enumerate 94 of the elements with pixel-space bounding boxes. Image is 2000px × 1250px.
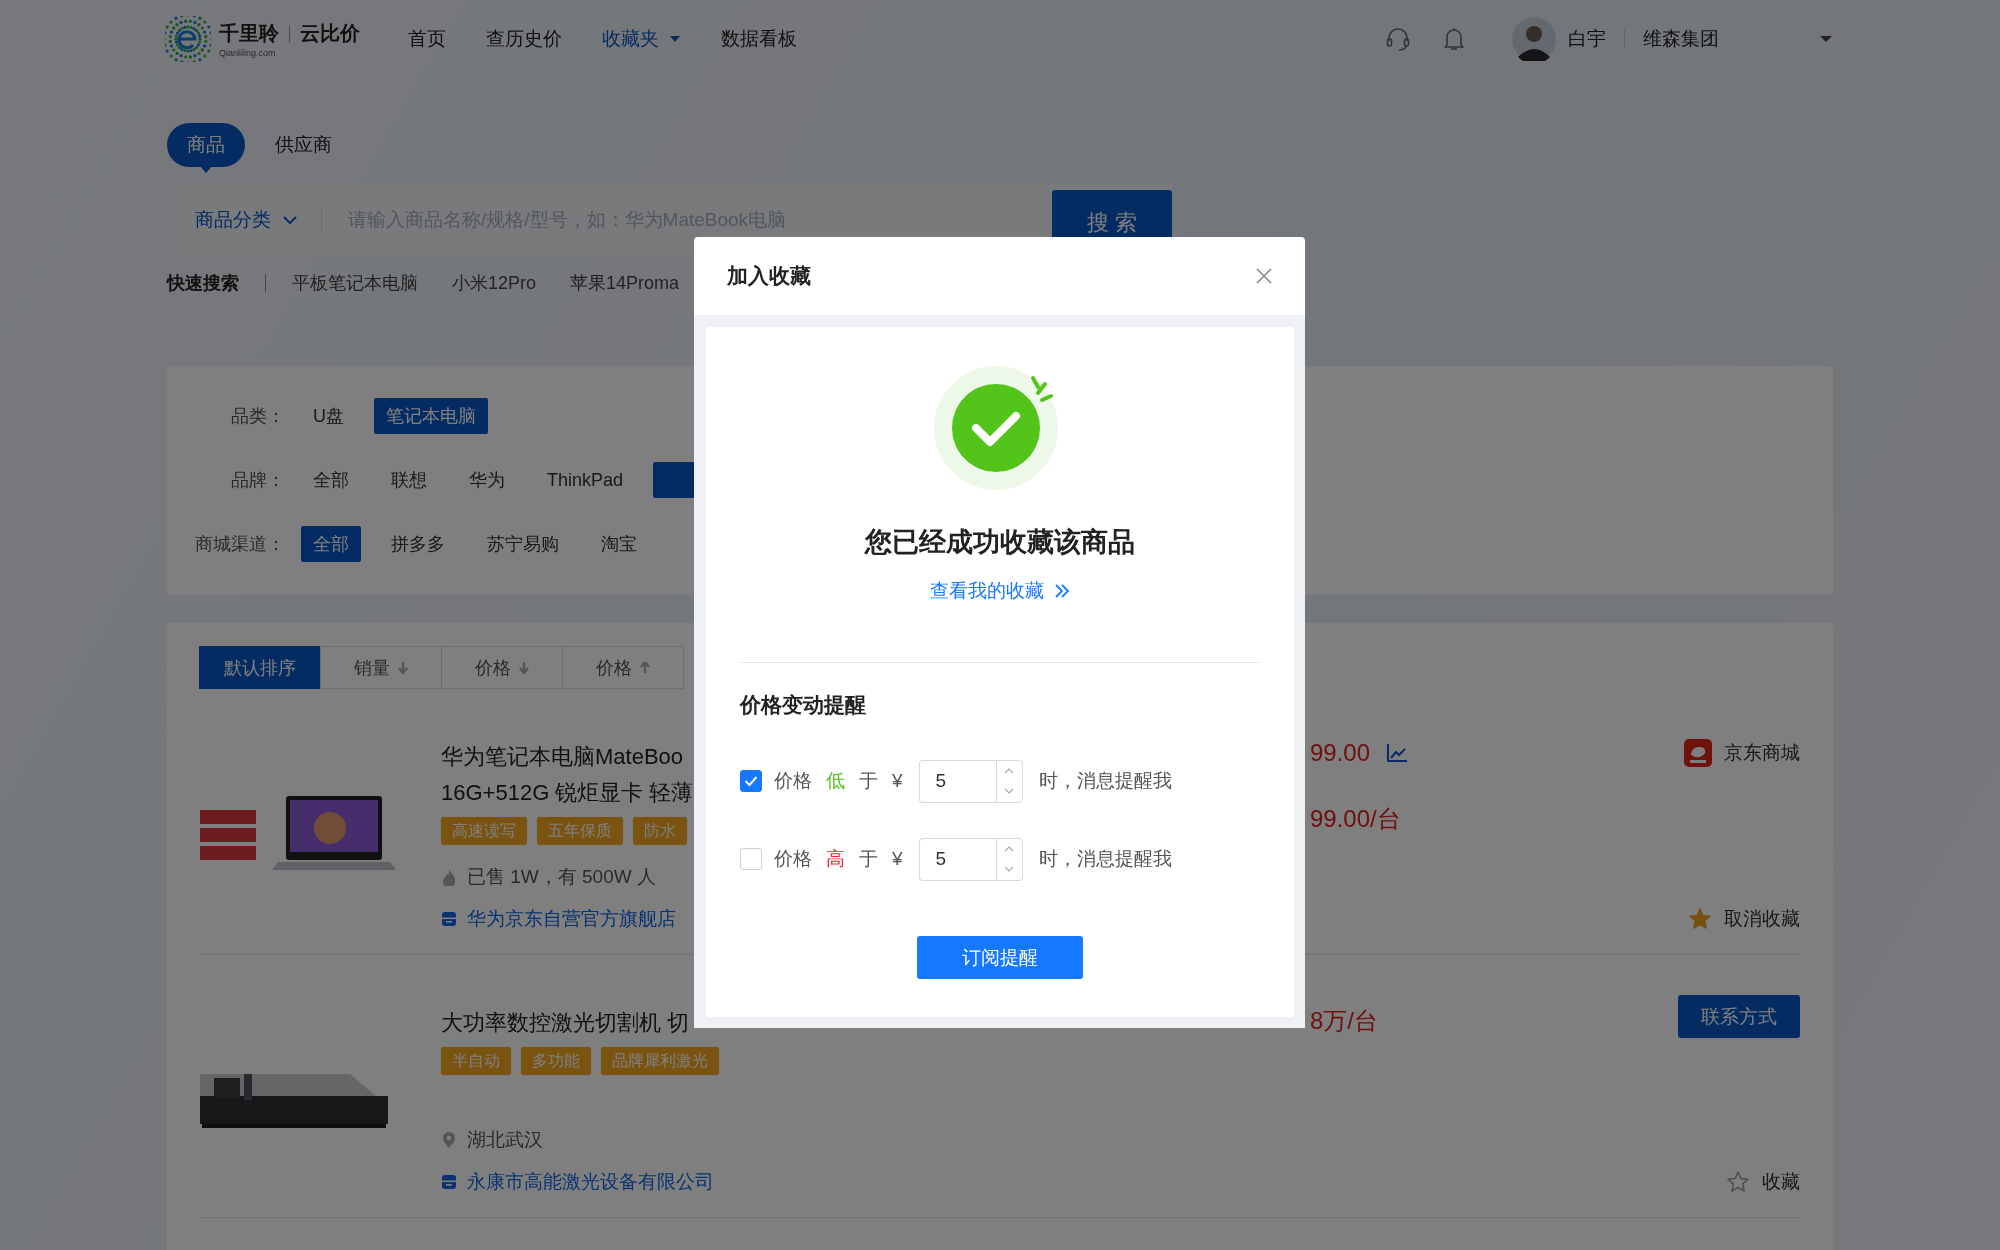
nav-link[interactable]: 查历史价 — [486, 26, 562, 52]
sort-button[interactable]: 价格 — [562, 646, 684, 689]
category-dropdown[interactable]: 商品分类 — [167, 207, 297, 233]
sort-button[interactable]: 价格 — [441, 646, 563, 689]
filter-option[interactable]: 全部 — [301, 526, 361, 562]
tag: 五年保质 — [537, 817, 623, 845]
filter-option[interactable]: 拼多多 — [379, 526, 457, 562]
favorites-link[interactable]: 查看我的收藏 — [930, 578, 1070, 604]
filter-option[interactable]: 笔记本电脑 — [374, 398, 488, 434]
direction-text: 高 — [826, 847, 845, 871]
double-chevron-icon — [1054, 583, 1070, 599]
search-tab[interactable]: 商品 — [167, 123, 245, 167]
filter-option[interactable]: 淘宝 — [589, 526, 649, 562]
sort-button[interactable]: 默认排序 — [199, 646, 321, 689]
checkbox[interactable] — [740, 770, 762, 792]
price-text: 99.00 — [1310, 739, 1371, 767]
contact-button[interactable]: 联系方式 — [1678, 995, 1800, 1038]
direction-text: 低 — [826, 769, 845, 793]
tag: 防水 — [633, 817, 687, 845]
headset-icon[interactable] — [1386, 26, 1410, 52]
domain-text: Qianliling.com — [219, 48, 277, 58]
product-name: 云比价 — [300, 21, 360, 46]
user-name[interactable]: 白宇 — [1568, 26, 1606, 52]
tag: 半自动 — [441, 1047, 511, 1075]
filter-label: 商城渠道： — [194, 533, 285, 556]
arrow-up-icon — [640, 661, 650, 674]
favorite-button[interactable]: 收藏 — [1726, 1169, 1800, 1195]
filter-option[interactable]: U盘 — [301, 398, 356, 434]
tag: 品牌犀利激光 — [601, 1047, 719, 1075]
price-text: 99.00/台 — [1310, 804, 1401, 834]
tag: 多功能 — [521, 1047, 591, 1075]
quick-search-label: 快速搜索 — [167, 272, 239, 295]
close-icon[interactable] — [1256, 268, 1272, 284]
filter-label: 品类： — [230, 405, 285, 428]
shop-app-icon — [1684, 739, 1712, 767]
arrow-down-icon — [398, 661, 408, 674]
location-text: 湖北武汉 — [467, 1128, 543, 1152]
chevron-down-icon[interactable] — [1004, 788, 1015, 795]
nav-link[interactable]: 收藏夹 — [602, 26, 681, 52]
check-icon — [744, 775, 758, 787]
sales-text: 已售 1W，有 500W 人 — [467, 865, 656, 889]
chevron-down-icon — [283, 215, 297, 225]
alert-label: 于 — [859, 769, 878, 793]
price-text: 8万/台 — [1310, 1006, 1378, 1036]
subscribe-button[interactable]: 订阅提醒 — [917, 936, 1083, 979]
caret-icon[interactable] — [1819, 35, 1833, 43]
alert-label: 时，消息提醒我 — [1038, 847, 1172, 871]
sort-button[interactable]: 销量 — [320, 646, 442, 689]
mall-name: 京东商城 — [1724, 741, 1800, 765]
tag: 高速读写 — [441, 817, 527, 845]
arrow-down-icon — [519, 661, 529, 674]
brand-name: 千里聆 — [219, 21, 279, 46]
chevron-up-icon[interactable] — [1004, 767, 1015, 774]
section-title: 价格变动提醒 — [740, 692, 866, 718]
avatar[interactable] — [1512, 17, 1556, 61]
logo-icon — [165, 16, 211, 62]
chevron-down-icon[interactable] — [1004, 866, 1015, 873]
filter-option[interactable]: ThinkPad — [535, 462, 636, 498]
quick-search-link[interactable]: 平板笔记本电脑 — [292, 271, 418, 295]
filter-option[interactable]: 苏宁易购 — [475, 526, 571, 562]
star-icon — [1726, 1170, 1750, 1194]
caret-icon — [669, 35, 681, 43]
store-link[interactable]: 永康市高能激光设备有限公司 — [467, 1169, 714, 1195]
filter-label: 品牌： — [230, 469, 285, 492]
fire-icon — [441, 868, 457, 886]
location-pin-icon — [441, 1131, 457, 1149]
search-tab[interactable]: 供应商 — [275, 123, 332, 167]
filter-option[interactable]: 联想 — [379, 462, 439, 498]
number-field[interactable]: 5 — [918, 837, 996, 881]
filter-option[interactable]: 华为 — [457, 462, 517, 498]
store-icon — [441, 910, 457, 928]
store-link[interactable]: 华为京东自营官方旗舰店 — [467, 906, 676, 932]
nav-link[interactable]: 首页 — [408, 26, 446, 52]
company-name[interactable]: 维森集团 — [1643, 26, 1719, 52]
store-icon — [441, 1173, 457, 1191]
line-chart-icon[interactable] — [1386, 743, 1409, 763]
quick-search-link[interactable]: 苹果14Proma — [570, 271, 680, 295]
filter-option[interactable]: 全部 — [301, 462, 361, 498]
currency-symbol: ¥ — [892, 770, 903, 792]
favorite-button[interactable]: 取消收藏 — [1688, 906, 1800, 932]
alert-label: 价格 — [774, 769, 812, 793]
alert-label: 时，消息提醒我 — [1038, 769, 1172, 793]
nav-link[interactable]: 数据看板 — [721, 26, 797, 52]
success-message: 您已经成功收藏该商品 — [865, 526, 1135, 559]
dialog-title: 加入收藏 — [727, 263, 811, 289]
chevron-up-icon[interactable] — [1004, 845, 1015, 852]
bell-icon[interactable] — [1443, 26, 1465, 52]
alert-label: 价格 — [774, 847, 812, 871]
quick-search-link[interactable]: 小米12Pro — [452, 271, 537, 295]
star-icon — [1688, 907, 1712, 931]
alert-label: 于 — [859, 847, 878, 871]
tab-pointer-icon — [200, 166, 212, 173]
currency-symbol: ¥ — [892, 848, 903, 870]
number-field[interactable]: 5 — [918, 759, 996, 803]
